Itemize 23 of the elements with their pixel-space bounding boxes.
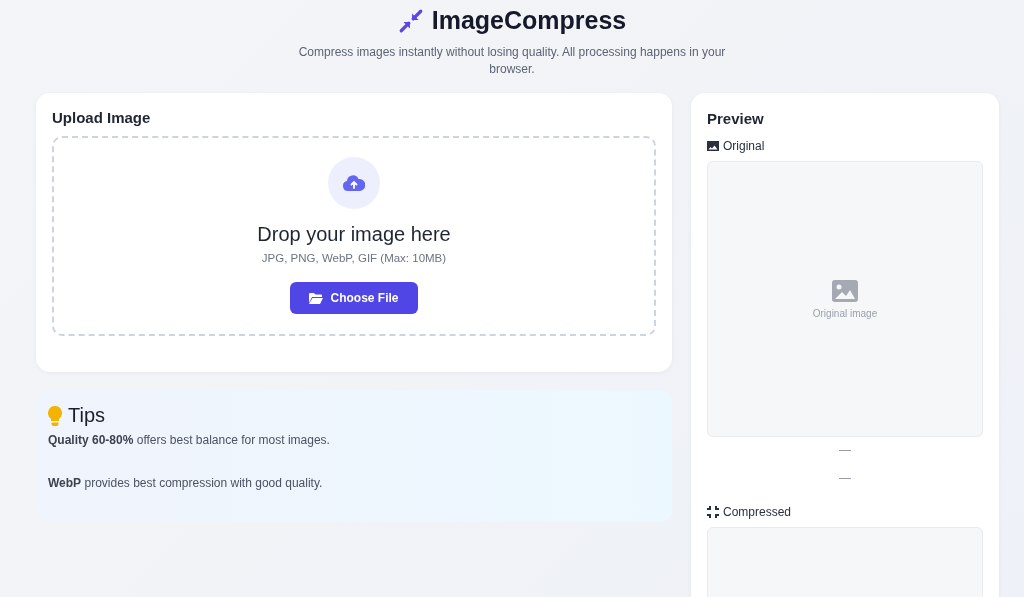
original-label: Original bbox=[723, 139, 765, 153]
image-placeholder-text: Original image bbox=[812, 307, 878, 319]
card-title: Preview bbox=[707, 110, 765, 127]
image-icon bbox=[707, 141, 719, 151]
drop-heading: Drop your image here bbox=[257, 223, 451, 246]
tips-title: Tips bbox=[68, 404, 106, 427]
detail-value: — bbox=[838, 471, 852, 485]
choose-file-button[interactable]: Choose File bbox=[290, 282, 418, 314]
drop-zone[interactable]: Drop your image here JPG, PNG, WebP, GIF (Max: 10MB) Choose File bbox=[52, 136, 656, 336]
folder-icon bbox=[309, 292, 324, 304]
size-value: — bbox=[838, 443, 852, 457]
image-placeholder-icon bbox=[832, 279, 858, 302]
compress-icon bbox=[397, 7, 424, 34]
app-title: ImageCompress bbox=[431, 6, 627, 35]
format-hint: JPG, PNG, WebP, GIF (Max: 10MB) bbox=[261, 252, 447, 264]
tip-text: WebP provides best compression with good quality. bbox=[48, 476, 324, 490]
cloud-upload-icon bbox=[343, 175, 365, 191]
tip-text: Quality 60-80% offers best balance for most images. bbox=[48, 433, 331, 447]
compressed-label: Compressed bbox=[723, 505, 792, 519]
app-subtitle: Compress images instantly without losing quality. All processing happens in your browser. bbox=[297, 43, 727, 78]
lightbulb-icon bbox=[48, 405, 62, 426]
compress-icon bbox=[707, 506, 719, 518]
card-title: Upload Image bbox=[52, 109, 152, 126]
